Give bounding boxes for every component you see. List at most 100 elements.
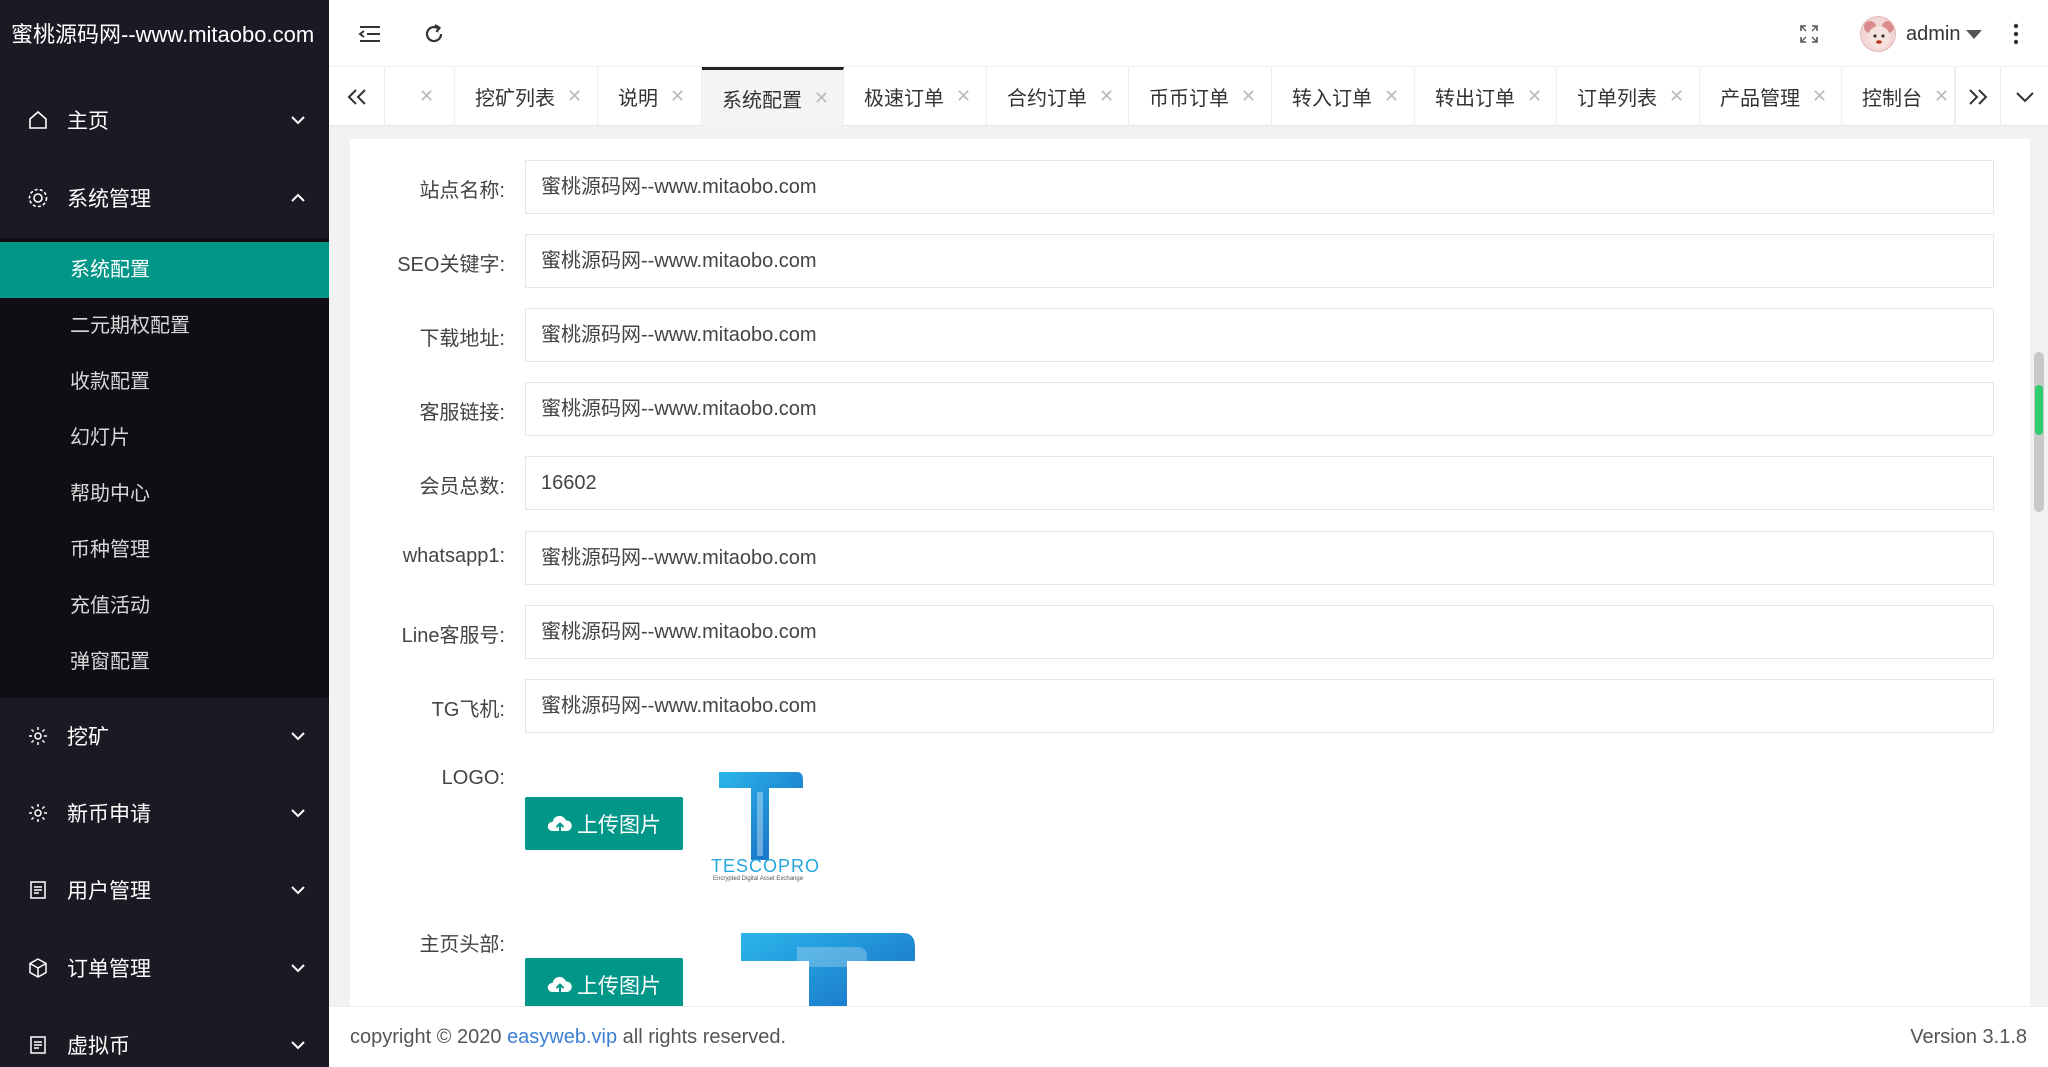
telegram-label: TG飞机: (431, 699, 505, 721)
form-row-line: Line客服号: 蜜桃源码网--www.mitaobo.com (350, 605, 2030, 659)
download-url-input[interactable]: 蜜桃源码网--www.mitaobo.com (525, 308, 1994, 362)
tab-transfer-out-orders[interactable]: 转出订单 ✕ (1415, 67, 1557, 126)
home-icon (26, 108, 50, 132)
tab-product-management[interactable]: 产品管理 ✕ (1700, 67, 1842, 126)
close-icon[interactable]: ✕ (1241, 86, 1256, 107)
cloud-upload-icon (547, 976, 572, 993)
content-scrollbar[interactable] (2033, 126, 2046, 1006)
tabs-scroll-right-button[interactable] (1955, 67, 2001, 126)
tab-label: 挖矿列表 (475, 88, 555, 110)
tab-system-config[interactable]: 系统配置 ✕ (702, 67, 844, 126)
collapse-sidebar-button[interactable] (353, 17, 387, 51)
tab-description[interactable]: 说明 ✕ (598, 67, 702, 126)
submenu-item-binary-options[interactable]: 二元期权配置 (0, 298, 329, 354)
tab-contract-orders[interactable]: 合约订单 ✕ (987, 67, 1129, 126)
upload-label: 上传图片 (577, 813, 661, 837)
user-menu[interactable]: admin (1860, 14, 1983, 54)
tab-coin-orders[interactable]: 币币订单 ✕ (1129, 67, 1272, 126)
more-vertical-icon (2013, 23, 2019, 45)
tab-mining-list[interactable]: 挖矿列表 ✕ (455, 67, 598, 126)
close-icon[interactable]: ✕ (567, 86, 582, 107)
sidebar-item-new-coin[interactable]: 新币申请 (0, 778, 329, 848)
logo-subtext: Encrypted Digital Asset Exchange (713, 876, 804, 882)
seo-keywords-label: SEO关键字: (397, 254, 505, 276)
form-row-download-url: 下载地址: 蜜桃源码网--www.mitaobo.com (350, 308, 2030, 362)
close-icon[interactable]: ✕ (1527, 86, 1542, 107)
sidebar-item-system[interactable]: 系统管理 (0, 163, 329, 233)
sidebar-item-label: 主页 (67, 110, 109, 133)
tab-label: 订单列表 (1577, 88, 1657, 110)
tab-label: 控制台 (1862, 88, 1922, 110)
site-name-input[interactable]: 蜜桃源码网--www.mitaobo.com (525, 160, 1994, 214)
tabs-bar: ✕ 挖矿列表 ✕ 说明 ✕ 系统配置 ✕ 极速订单 ✕ 合约订单 ✕ 币币订单 … (329, 67, 2048, 126)
sidebar-item-home[interactable]: 主页 (0, 85, 329, 155)
support-link-input[interactable]: 蜜桃源码网--www.mitaobo.com (525, 382, 1994, 436)
double-chevron-right-icon (1969, 88, 1988, 105)
close-icon[interactable]: ✕ (1934, 86, 1949, 107)
sidebar-item-users[interactable]: 用户管理 (0, 855, 329, 925)
logo-upload-button[interactable]: 上传图片 (525, 797, 683, 850)
settings-icon (26, 724, 50, 748)
line-input[interactable]: 蜜桃源码网--www.mitaobo.com (525, 605, 1994, 659)
submenu-item-payment[interactable]: 收款配置 (0, 354, 329, 410)
submenu-item-system-config[interactable]: 系统配置 (0, 242, 329, 298)
copyright-prefix: copyright © 2020 (350, 1026, 508, 1048)
footer: copyright © 2020 easyweb.vip all rights … (329, 1006, 2048, 1067)
close-icon[interactable]: ✕ (419, 86, 434, 107)
form-row-seo-keywords: SEO关键字: 蜜桃源码网--www.mitaobo.com (350, 234, 2030, 288)
close-icon[interactable]: ✕ (1384, 86, 1399, 107)
brand-title: 蜜桃源码网--www.mitaobo.com (11, 22, 315, 47)
chevron-down-icon (287, 109, 309, 131)
settings-icon (26, 801, 50, 825)
sidebar-item-label: 虚拟币 (67, 1035, 130, 1058)
close-icon[interactable]: ✕ (1669, 86, 1684, 107)
gear-icon (26, 186, 50, 210)
copyright-text: copyright © 2020 easyweb.vip all rights … (350, 1026, 786, 1049)
sidebar-item-crypto[interactable]: 虚拟币 (0, 1010, 329, 1067)
sidebar-item-label: 系统管理 (67, 188, 151, 211)
submenu-item-help[interactable]: 帮助中心 (0, 466, 329, 522)
whatsapp-input[interactable]: 蜜桃源码网--www.mitaobo.com (525, 531, 1994, 585)
tab-home[interactable]: ✕ (385, 67, 455, 126)
seo-keywords-input[interactable]: 蜜桃源码网--www.mitaobo.com (525, 234, 1994, 288)
tab-transfer-in-orders[interactable]: 转入订单 ✕ (1272, 67, 1415, 126)
tab-console[interactable]: 控制台 ✕ (1842, 67, 1955, 126)
submenu-item-recharge[interactable]: 充值活动 (0, 578, 329, 634)
sidebar-item-orders[interactable]: 订单管理 (0, 933, 329, 1003)
tab-label: 合约订单 (1007, 88, 1087, 110)
more-options-button[interactable] (1999, 17, 2033, 51)
double-chevron-left-icon (347, 88, 366, 105)
avatar (1860, 16, 1896, 52)
close-icon[interactable]: ✕ (814, 88, 829, 109)
caret-down-icon (1966, 29, 1983, 39)
fullscreen-button[interactable] (1792, 17, 1826, 51)
close-icon[interactable]: ✕ (670, 86, 685, 107)
download-url-label: 下载地址: (419, 328, 505, 350)
close-icon[interactable]: ✕ (1099, 86, 1114, 107)
sidebar-item-mining[interactable]: 挖矿 (0, 701, 329, 771)
sidebar: 蜜桃源码网--www.mitaobo.com 主页 系统管理 系统配置 二元期权… (0, 0, 329, 1067)
submenu-item-currency[interactable]: 币种管理 (0, 522, 329, 578)
member-total-input[interactable]: 16602 (525, 456, 1994, 510)
submenu-item-slideshow[interactable]: 幻灯片 (0, 410, 329, 466)
header-upload-button[interactable]: 上传图片 (525, 958, 683, 1006)
logo-preview-image: TESCOPRO Encrypted Digital Asset Exchang… (709, 764, 819, 884)
close-icon[interactable]: ✕ (956, 86, 971, 107)
tab-order-list[interactable]: 订单列表 ✕ (1557, 67, 1700, 126)
chevron-down-icon (2015, 91, 2034, 102)
whatsapp-label: whatsapp1: (402, 545, 505, 567)
tab-fast-orders[interactable]: 极速订单 ✕ (844, 67, 987, 126)
tabs-dropdown-button[interactable] (2001, 67, 2048, 126)
close-icon[interactable]: ✕ (1812, 86, 1827, 107)
support-link-label: 客服链接: (419, 402, 505, 424)
submenu-item-popup[interactable]: 弹窗配置 (0, 634, 329, 690)
telegram-input[interactable]: 蜜桃源码网--www.mitaobo.com (525, 679, 1994, 733)
copyright-suffix: all rights reserved. (617, 1026, 787, 1048)
refresh-button[interactable] (417, 17, 451, 51)
top-header: admin (329, 0, 2048, 67)
chevron-down-icon (287, 1034, 309, 1056)
tab-label: 转入订单 (1292, 88, 1372, 110)
main-content: 站点名称: 蜜桃源码网--www.mitaobo.com SEO关键字: 蜜桃源… (329, 126, 2048, 1006)
tabs-scroll-left-button[interactable] (329, 67, 385, 126)
footer-link[interactable]: easyweb.vip (507, 1026, 617, 1048)
